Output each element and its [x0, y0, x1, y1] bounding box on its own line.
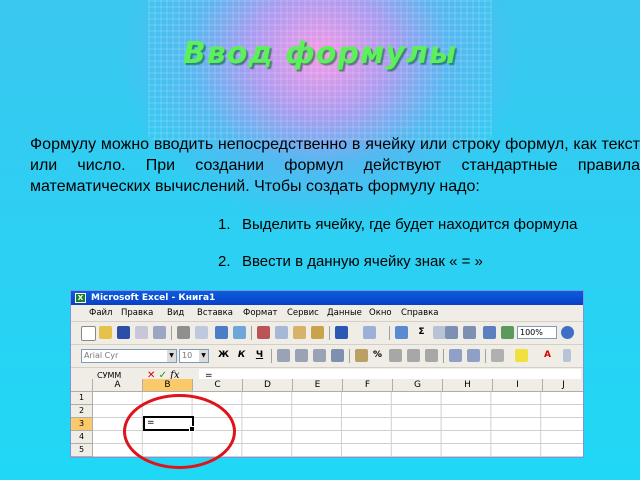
increase-decimal-icon[interactable]	[407, 349, 420, 362]
row-header[interactable]: 1	[71, 392, 93, 405]
separator	[329, 326, 330, 340]
separator	[443, 349, 444, 363]
currency-icon[interactable]	[355, 349, 368, 362]
percent-icon[interactable]: %	[371, 349, 384, 362]
font-color-icon[interactable]: A	[541, 349, 554, 362]
separator	[271, 349, 272, 363]
bold-icon[interactable]: Ж	[217, 349, 230, 362]
column-header[interactable]: A	[93, 379, 143, 392]
permission-icon[interactable]	[135, 326, 148, 339]
column-header[interactable]: I	[493, 379, 543, 392]
drawing-icon[interactable]	[501, 326, 514, 339]
step-2: 2. Ввести в данную ячейку знак « = »	[218, 253, 483, 270]
new-icon[interactable]	[81, 326, 96, 341]
chevron-down-icon: ▼	[167, 350, 176, 362]
column-header[interactable]: C	[193, 379, 243, 392]
row-header[interactable]: 4	[71, 431, 93, 444]
toolbar-options-icon[interactable]	[563, 349, 571, 362]
step-1: 1. Выделить ячейку, где будет находится ф…	[218, 216, 577, 233]
step-text: Ввести в данную ячейку знак « = »	[242, 253, 483, 270]
select-all-corner[interactable]	[71, 379, 93, 392]
menu-tools[interactable]: Сервис	[287, 305, 319, 321]
menu-bar: Файл Правка Вид Вставка Формат Сервис Да…	[71, 305, 583, 322]
step-text: Выделить ячейку, где будет находится фор…	[242, 216, 578, 233]
hyperlink-icon[interactable]	[395, 326, 408, 339]
menu-insert[interactable]: Вставка	[197, 305, 233, 321]
cut-icon[interactable]	[257, 326, 270, 339]
slide-title: Ввод формулы	[182, 36, 458, 71]
separator	[251, 326, 252, 340]
open-icon[interactable]	[99, 326, 112, 339]
zoom-select[interactable]: 100%	[517, 326, 557, 339]
column-header[interactable]: H	[443, 379, 493, 392]
borders-icon[interactable]	[491, 349, 504, 362]
font-size-select[interactable]: 10 ▼	[179, 349, 209, 363]
highlight-circle	[123, 394, 236, 469]
font-size-value: 10	[182, 351, 193, 360]
separator	[171, 326, 172, 340]
menu-format[interactable]: Формат	[243, 305, 278, 321]
excel-app-icon: X	[75, 293, 86, 303]
increase-indent-icon[interactable]	[467, 349, 480, 362]
sort-ascending-icon[interactable]	[445, 326, 458, 339]
column-header[interactable]: D	[243, 379, 293, 392]
email-icon[interactable]	[153, 326, 166, 339]
chevron-down-icon: ▼	[199, 350, 208, 362]
copy-icon[interactable]	[275, 326, 288, 339]
menu-data[interactable]: Данные	[327, 305, 362, 321]
spelling-icon[interactable]	[215, 326, 228, 339]
separator	[389, 326, 390, 340]
merge-center-icon[interactable]	[331, 349, 344, 362]
menu-edit[interactable]: Правка	[121, 305, 153, 321]
column-header[interactable]: E	[293, 379, 343, 392]
separator	[485, 349, 486, 363]
underline-icon[interactable]: Ч	[253, 349, 266, 362]
sort-descending-icon[interactable]	[463, 326, 476, 339]
formatting-toolbar: Arial Cyr ▼ 10 ▼ Ж К Ч % A	[71, 345, 583, 368]
standard-toolbar: Σ 100%	[71, 322, 583, 345]
autosum-icon[interactable]: Σ	[415, 326, 428, 339]
row-header-selected[interactable]: 3	[71, 418, 93, 431]
column-header[interactable]: F	[343, 379, 393, 392]
research-icon[interactable]	[233, 326, 246, 339]
align-center-icon[interactable]	[295, 349, 308, 362]
font-name-select[interactable]: Arial Cyr ▼	[81, 349, 177, 363]
column-header[interactable]: J	[543, 379, 583, 392]
italic-icon[interactable]: К	[235, 349, 248, 362]
paste-icon[interactable]	[293, 326, 306, 339]
menu-view[interactable]: Вид	[167, 305, 184, 321]
font-name-value: Arial Cyr	[84, 351, 119, 360]
chart-wizard-icon[interactable]	[483, 326, 496, 339]
save-icon[interactable]	[117, 326, 130, 339]
menu-window[interactable]: Окно	[369, 305, 392, 321]
undo-icon[interactable]	[335, 326, 348, 339]
step-number: 2.	[218, 253, 231, 270]
format-painter-icon[interactable]	[311, 326, 324, 339]
window-title: Microsoft Excel - Книга1	[91, 293, 216, 303]
help-icon[interactable]	[561, 326, 574, 339]
excel-titlebar[interactable]: X Microsoft Excel - Книга1	[71, 291, 583, 305]
align-left-icon[interactable]	[277, 349, 290, 362]
separator	[349, 349, 350, 363]
redo-icon[interactable]	[363, 326, 376, 339]
column-header-selected[interactable]: B	[143, 379, 193, 392]
decrease-indent-icon[interactable]	[449, 349, 462, 362]
print-preview-icon[interactable]	[195, 326, 208, 339]
fill-color-icon[interactable]	[515, 349, 528, 362]
menu-help[interactable]: Справка	[401, 305, 438, 321]
step-number: 1.	[218, 216, 231, 233]
decrease-decimal-icon[interactable]	[425, 349, 438, 362]
menu-file[interactable]: Файл	[89, 305, 112, 321]
comma-style-icon[interactable]	[389, 349, 402, 362]
align-right-icon[interactable]	[313, 349, 326, 362]
slide-paragraph: Формулу можно вводить непосредственно в …	[30, 136, 640, 195]
row-header[interactable]: 2	[71, 405, 93, 418]
column-header[interactable]: G	[393, 379, 443, 392]
row-header[interactable]: 5	[71, 444, 93, 457]
print-icon[interactable]	[177, 326, 190, 339]
